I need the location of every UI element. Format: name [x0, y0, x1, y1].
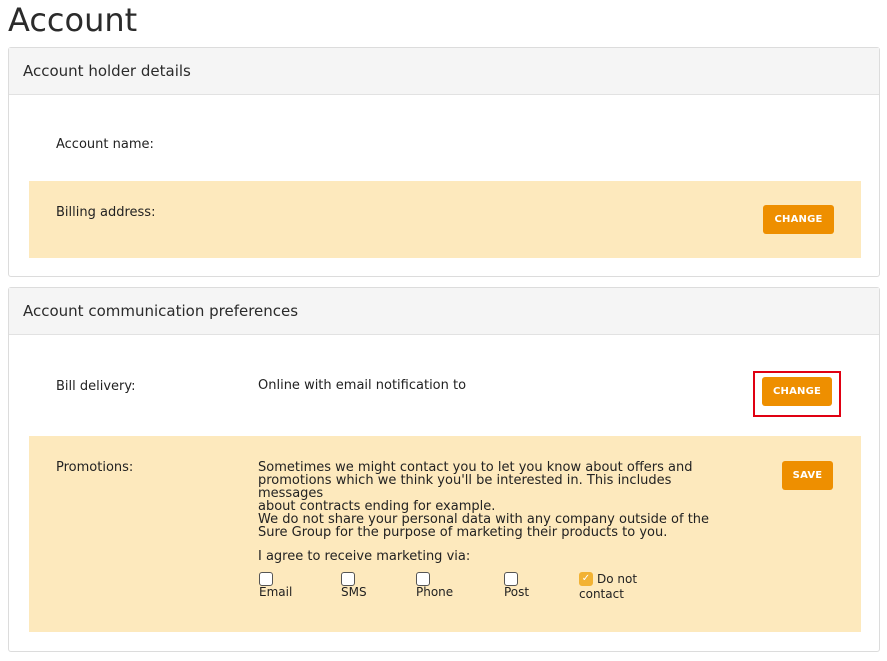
promotions-text-line: Sure Group for the purpose of marketing … — [258, 525, 668, 540]
communication-heading: Account communication preferences — [9, 288, 879, 335]
post-checkbox[interactable] — [504, 572, 518, 586]
sms-checkbox[interactable] — [341, 572, 355, 586]
promotions-label: Promotions: — [56, 460, 134, 475]
do-not-contact-label-line2: contact — [579, 587, 624, 601]
bill-delivery-label: Bill delivery: — [56, 379, 136, 394]
bill-delivery-value: Online with email notification to — [258, 378, 467, 393]
agree-text: I agree to receive marketing via: — [258, 549, 471, 564]
bill-delivery-change-button[interactable]: CHANGE — [762, 377, 832, 406]
promotions-text: Sometimes we might contact you to let yo… — [258, 461, 718, 539]
email-checkbox-option[interactable]: Email — [259, 572, 292, 599]
email-checkbox-label: Email — [259, 585, 293, 599]
page-title: Account — [8, 1, 138, 39]
do-not-contact-label-line1: Do not — [597, 571, 638, 586]
sms-checkbox-option[interactable]: SMS — [341, 572, 367, 599]
billing-address-label: Billing address: — [56, 205, 156, 220]
account-holder-heading: Account holder details — [9, 48, 879, 95]
account-holder-panel: Account holder details Account name: Bil… — [8, 47, 880, 277]
billing-address-row: Billing address: CHANGE — [29, 181, 861, 258]
save-button[interactable]: SAVE — [782, 461, 833, 490]
phone-checkbox-label: Phone — [416, 585, 454, 599]
promotions-text-line: promotions which we think you'll be inte… — [258, 473, 672, 501]
post-checkbox-label: Post — [504, 585, 530, 599]
email-checkbox[interactable] — [259, 572, 273, 586]
billing-change-button[interactable]: CHANGE — [763, 205, 834, 234]
do-not-contact-checkbox-option[interactable]: ✓ Do not contact — [579, 572, 637, 601]
bill-delivery-row: Bill delivery: Online with email notific… — [29, 335, 861, 436]
promotions-row: Promotions: Sometimes we might contact y… — [29, 436, 861, 632]
account-name-row: Account name: — [29, 95, 861, 181]
account-name-label: Account name: — [56, 137, 154, 152]
communication-panel: Account communication preferences Bill d… — [8, 287, 880, 652]
post-checkbox-option[interactable]: Post — [504, 572, 529, 599]
sms-checkbox-label: SMS — [341, 585, 367, 599]
check-icon[interactable]: ✓ — [579, 572, 593, 586]
phone-checkbox[interactable] — [416, 572, 430, 586]
phone-checkbox-option[interactable]: Phone — [416, 572, 453, 599]
